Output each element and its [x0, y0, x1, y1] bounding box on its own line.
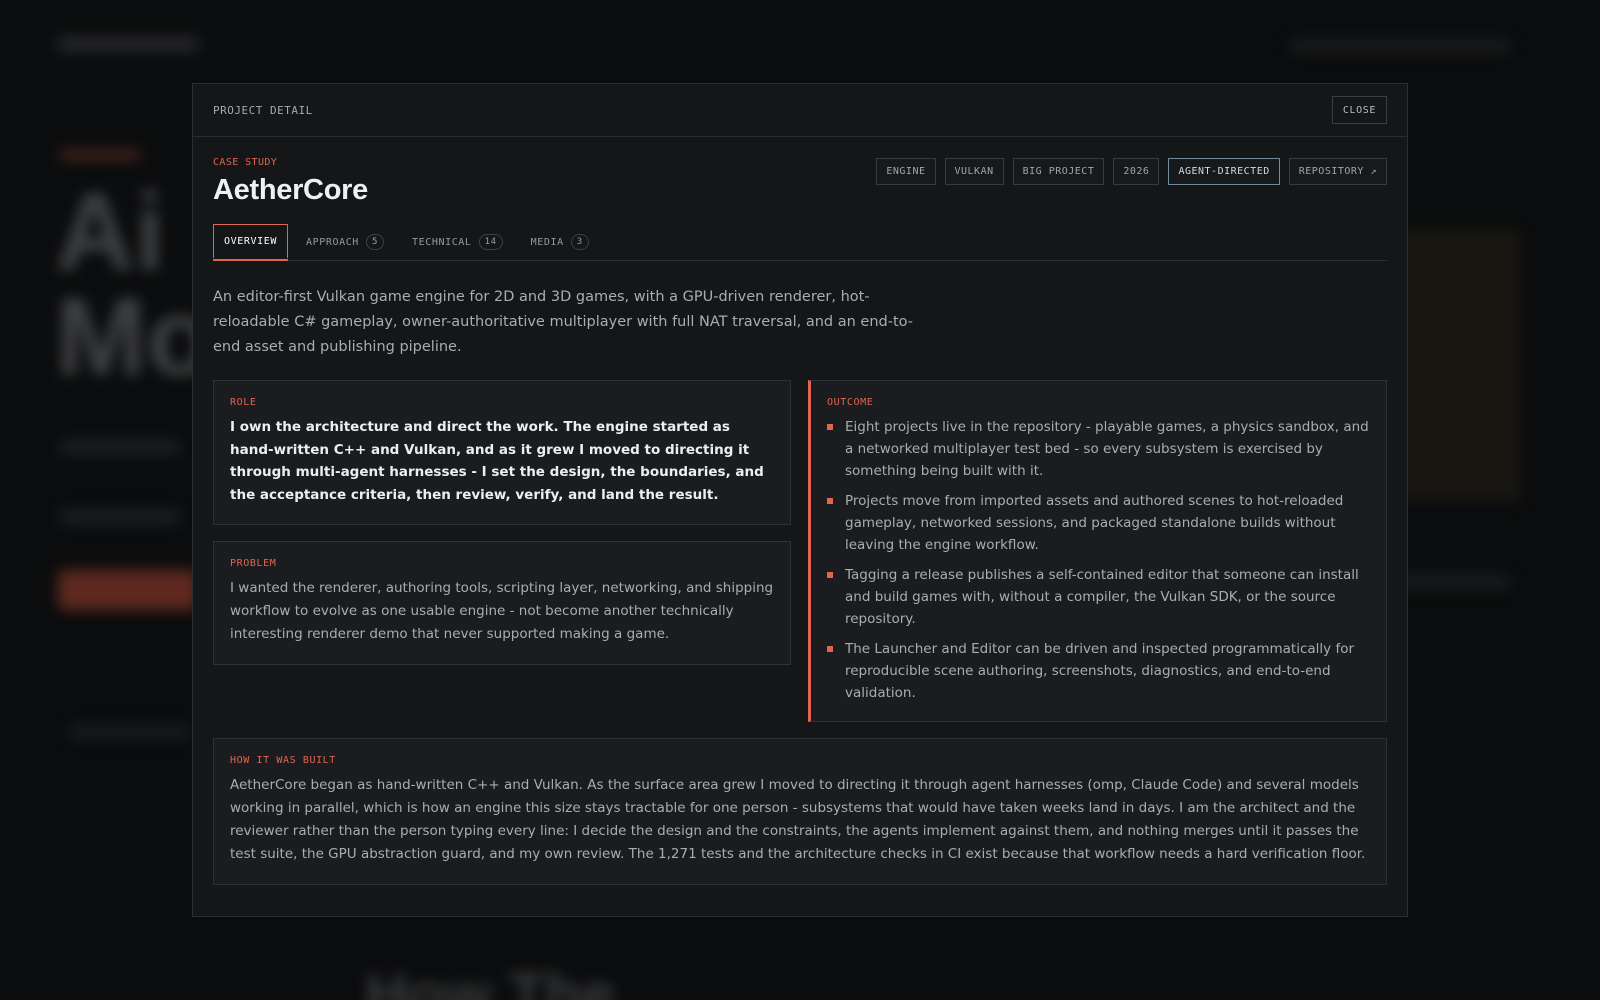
tab-label: APPROACH: [305, 236, 359, 248]
tab-count-badge: 14: [478, 234, 503, 250]
modal-body: CASE STUDY AetherCore ENGINE VULKAN BIG …: [193, 137, 1407, 885]
bullet-icon: [827, 424, 833, 430]
background-logo: [58, 36, 198, 52]
tab-approach[interactable]: APPROACH 5: [296, 224, 394, 260]
modal-header: PROJECT DETAIL CLOSE: [193, 84, 1407, 137]
tag-engine: ENGINE: [876, 158, 936, 185]
outcome-card: OUTCOME Eight projects live in the repos…: [808, 380, 1387, 722]
outcome-item: Tagging a release publishes a self-conta…: [827, 564, 1370, 630]
tag-big-project: BIG PROJECT: [1012, 158, 1105, 185]
outcome-item: The Launcher and Editor can be driven an…: [827, 638, 1370, 704]
modal-header-label: PROJECT DETAIL: [213, 103, 313, 117]
outcome-item: Projects move from imported assets and a…: [827, 490, 1370, 556]
project-detail-modal: PROJECT DETAIL CLOSE CASE STUDY AetherCo…: [192, 83, 1408, 917]
tag-list: ENGINE VULKAN BIG PROJECT 2026 AGENT-DIR…: [876, 158, 1387, 185]
tab-technical[interactable]: TECHNICAL 14: [402, 224, 513, 260]
background-text-line: [1390, 575, 1510, 589]
bullet-icon: [827, 498, 833, 504]
role-card: ROLE I own the architecture and direct t…: [213, 380, 791, 525]
bullet-icon: [827, 646, 833, 652]
background-heading: How The: [365, 961, 615, 1000]
background-headline: Ai Mo: [55, 171, 214, 399]
problem-card: PROBLEM I wanted the renderer, authoring…: [213, 541, 791, 665]
background-text-line: [60, 440, 180, 454]
repository-link[interactable]: REPOSITORY ↗: [1288, 158, 1387, 185]
how-it-was-built-card: HOW IT WAS BUILT AetherCore began as han…: [213, 738, 1387, 885]
details-grid: ROLE I own the architecture and direct t…: [213, 380, 1387, 722]
tab-label: OVERVIEW: [224, 236, 277, 247]
tag-agent-directed: AGENT-DIRECTED: [1168, 158, 1280, 185]
how-it-was-built-text: AetherCore began as hand-written C++ and…: [230, 777, 1366, 862]
bullet-icon: [827, 572, 833, 578]
role-text: I own the architecture and direct the wo…: [230, 419, 764, 503]
project-intro: An editor-first Vulkan game engine for 2…: [213, 289, 914, 355]
tab-overview[interactable]: OVERVIEW: [213, 224, 288, 261]
background-cta-button: [58, 570, 198, 610]
tag-vulkan: VULKAN: [944, 158, 1004, 185]
details-left-column: ROLE I own the architecture and direct t…: [213, 380, 791, 722]
tab-label: TECHNICAL: [411, 236, 472, 248]
tab-count-badge: 3: [570, 234, 589, 250]
tab-bar: OVERVIEW APPROACH 5 TECHNICAL 14 MEDIA 3: [213, 223, 1387, 261]
outcome-item-text: The Launcher and Editor can be driven an…: [845, 641, 1355, 701]
role-label: ROLE: [230, 397, 257, 408]
problem-label: PROBLEM: [230, 558, 277, 569]
background-text-line: [60, 510, 180, 524]
outcome-item-text: Tagging a release publishes a self-conta…: [845, 567, 1359, 627]
outcome-item-text: Eight projects live in the repository - …: [845, 419, 1369, 479]
outcome-item-text: Projects move from imported assets and a…: [845, 493, 1344, 553]
outcome-list: Eight projects live in the repository - …: [827, 416, 1370, 704]
problem-text: I wanted the renderer, authoring tools, …: [230, 580, 774, 642]
tag-year: 2026: [1113, 158, 1160, 185]
close-button[interactable]: CLOSE: [1331, 96, 1387, 124]
background-nav: [1290, 40, 1510, 52]
background-text-line: [70, 725, 190, 739]
outcome-item: Eight projects live in the repository - …: [827, 416, 1370, 482]
outcome-label: OUTCOME: [827, 397, 874, 408]
tab-label: MEDIA: [530, 236, 564, 248]
background-eyebrow: [60, 150, 140, 160]
tab-count-badge: 5: [365, 234, 384, 250]
tab-media[interactable]: MEDIA 3: [521, 224, 599, 260]
how-it-was-built-label: HOW IT WAS BUILT: [230, 755, 336, 766]
